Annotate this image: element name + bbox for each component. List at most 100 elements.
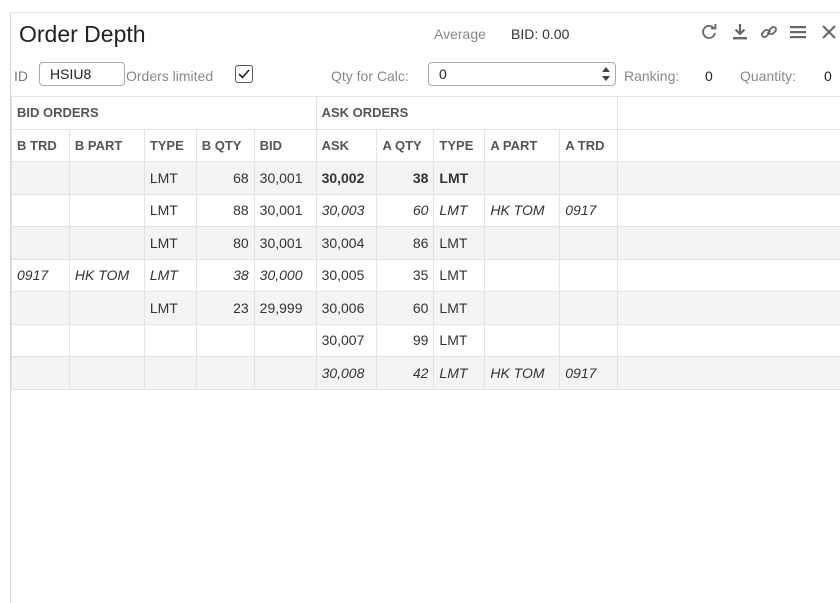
col-a-type[interactable]: TYPE [434,129,485,162]
cell-bid: 30,001 [254,194,316,227]
cell-bid [254,324,316,357]
cell-bid: 30,001 [254,162,316,195]
cell-a-trd [560,227,618,260]
table-row[interactable]: 30,00842LMTHK TOM0917 [12,357,840,390]
cell-b-qty [196,357,254,390]
cell-a-qty: 60 [377,292,434,325]
col-a-part[interactable]: A PART [485,129,560,162]
cell-ask: 30,006 [316,292,377,325]
cell-ask: 30,004 [316,227,377,260]
cell-b-trd [12,292,70,325]
cell-b-trd [12,162,70,195]
filler-cell [618,227,840,260]
table-row[interactable]: LMT2329,99930,00660LMT [12,292,840,325]
cell-ask: 30,008 [316,357,377,390]
cell-b-part [69,162,144,195]
cell-a-type: LMT [434,357,485,390]
menu-icon[interactable] [788,22,808,42]
cell-a-part [485,324,560,357]
ranking-value: 0 [705,68,713,84]
checkmark-icon [237,67,251,81]
col-b-part[interactable]: B PART [69,129,144,162]
cell-a-qty: 99 [377,324,434,357]
cell-bid: 30,001 [254,227,316,260]
cell-a-qty: 86 [377,227,434,260]
filler-header [618,97,840,130]
cell-ask: 30,007 [316,324,377,357]
cell-ask: 30,005 [316,259,377,292]
cell-b-type [144,324,196,357]
ranking-label: Ranking: [624,68,679,84]
order-depth-panel: Order Depth Average BID: 0.00 ID HSIU8 O… [10,12,840,603]
filler-cell [618,292,840,325]
qty-calc-value: 0 [439,66,447,82]
cell-b-type: LMT [144,162,196,195]
col-b-type[interactable]: TYPE [144,129,196,162]
cell-b-type: LMT [144,194,196,227]
cell-a-trd: 0917 [560,357,618,390]
cell-b-part [69,324,144,357]
cell-a-part: HK TOM [485,357,560,390]
cell-a-type: LMT [434,292,485,325]
col-b-qty[interactable]: B QTY [196,129,254,162]
cell-b-trd [12,324,70,357]
cell-a-type: LMT [434,227,485,260]
cell-ask: 30,002 [316,162,377,195]
cell-bid: 30,000 [254,259,316,292]
link-icon[interactable] [759,22,779,42]
cell-a-type: LMT [434,324,485,357]
table-row[interactable]: LMT8030,00130,00486LMT [12,227,840,260]
cell-a-part [485,162,560,195]
cell-a-type: LMT [434,194,485,227]
refresh-icon[interactable] [699,22,719,42]
cell-b-trd: 0917 [12,259,70,292]
cell-a-qty: 35 [377,259,434,292]
table-row[interactable]: 30,00799LMT [12,324,840,357]
col-a-qty[interactable]: A QTY [377,129,434,162]
orders-limited-label: Orders limited [126,68,213,84]
cell-b-part [69,357,144,390]
cell-a-qty: 38 [377,162,434,195]
filler-cell [618,324,840,357]
cell-b-part [69,194,144,227]
cell-b-type: LMT [144,292,196,325]
cell-b-qty: 38 [196,259,254,292]
filler-cell [618,259,840,292]
cell-b-trd [12,227,70,260]
cell-b-type [144,357,196,390]
cell-b-type: LMT [144,227,196,260]
quantity-label: Quantity: [740,68,796,84]
id-input[interactable]: HSIU8 [39,62,125,86]
close-icon[interactable] [819,22,839,42]
filler-cell [618,194,840,227]
cell-b-qty: 80 [196,227,254,260]
download-icon[interactable] [730,22,750,42]
orders-limited-checkbox[interactable] [235,65,253,83]
cell-a-trd [560,259,618,292]
table-row[interactable]: LMT6830,00130,00238LMT [12,162,840,195]
ask-orders-header: ASK ORDERS [316,97,618,130]
col-ask[interactable]: ASK [316,129,377,162]
cell-bid: 29,999 [254,292,316,325]
cell-a-qty: 60 [377,194,434,227]
bid-orders-header: BID ORDERS [12,97,317,130]
qty-calc-label: Qty for Calc: [331,68,409,84]
spinner-arrows-icon[interactable] [601,65,611,83]
table-row[interactable]: LMT8830,00130,00360LMTHK TOM0917 [12,194,840,227]
col-a-trd[interactable]: A TRD [560,129,618,162]
cell-b-part: HK TOM [69,259,144,292]
cell-a-type: LMT [434,162,485,195]
average-label: Average [434,26,486,42]
cell-bid [254,357,316,390]
table-row[interactable]: 0917HK TOMLMT3830,00030,00535LMT [12,259,840,292]
qty-calc-input[interactable]: 0 [428,62,616,86]
cell-a-trd [560,292,618,325]
cell-b-trd [12,194,70,227]
col-bid[interactable]: BID [254,129,316,162]
filler-cell [618,162,840,195]
panel-title: Order Depth [19,21,146,48]
cell-a-trd [560,324,618,357]
cell-b-qty: 88 [196,194,254,227]
cell-a-trd [560,162,618,195]
col-b-trd[interactable]: B TRD [12,129,70,162]
